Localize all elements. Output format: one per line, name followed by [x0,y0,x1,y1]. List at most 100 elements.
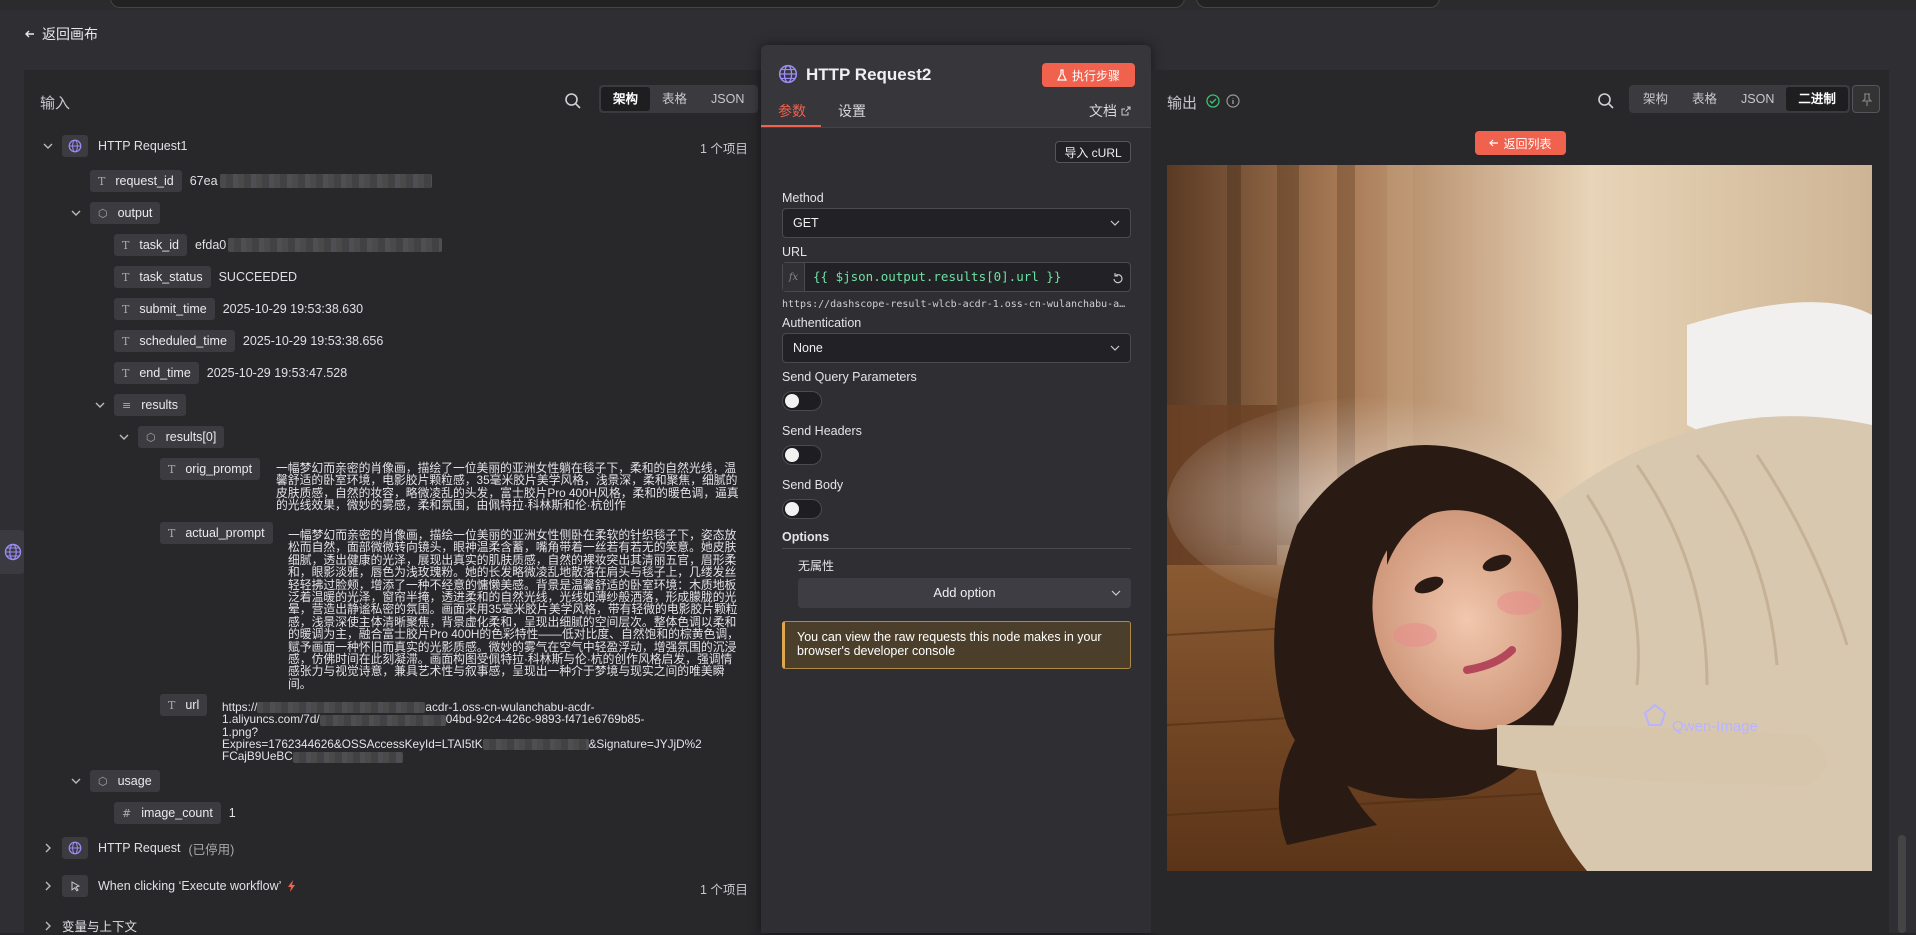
node-name: 变量与上下文 [62,920,138,934]
reset-icon[interactable] [1112,272,1124,284]
output-view-switch: 架构 表格 JSON 二进制 [1629,85,1850,113]
key-label: end_time [139,366,191,380]
import-curl-button[interactable]: 导入 cURL [1055,141,1131,163]
chevron-down-icon[interactable] [42,140,54,152]
actual-prompt-value: 一幅梦幻而亲密的肖像画，描绘一位美丽的亚洲女性侧卧在柔软的针织毯子下，姿态放松而… [288,528,739,691]
field-results-0[interactable]: ⬡ results[0] [118,426,232,448]
fx-icon: fx [783,263,805,291]
method-value: GET [793,216,819,230]
tree-node-http-request1[interactable]: HTTP Request1 [42,135,187,157]
field-key: ⬡ usage [90,770,160,792]
key-label: url [185,698,200,712]
field-url-key: Turl [160,694,215,716]
node-title[interactable]: HTTP Request2 [806,65,931,85]
info-icon[interactable] [1226,94,1240,108]
docs-label: 文档 [1089,103,1117,119]
orig-prompt-value: 一幅梦幻而亲密的肖像画，描绘了一位美丽的亚洲女性躺在毯子下，柔和的自然光线，温馨… [276,461,739,513]
field-output[interactable]: ⬡ output [70,202,168,224]
browser-search-bar[interactable] [1196,0,1440,8]
chevron-down-icon[interactable] [70,775,82,787]
list-type-icon: ≡ [122,398,132,412]
back-label: 返回画布 [42,26,98,42]
field-key: Tactual_prompt [160,522,273,544]
chevron-right-icon[interactable] [42,920,54,932]
send-body-toggle[interactable] [782,499,822,519]
scrollbar[interactable] [1898,835,1906,933]
field-key: Tend_time [114,362,199,384]
input-panel-title: 输入 [40,95,71,112]
text-type-icon: T [98,174,106,188]
field-value: SUCCEEDED [218,270,298,284]
field-key: Trequest_id [90,170,182,192]
tab-json[interactable]: JSON [1729,87,1786,111]
side-node-handle[interactable] [0,530,26,574]
tab-table[interactable]: 表格 [650,87,699,111]
url-expression-input[interactable]: fx {{ $json.output.results[0].url }} [782,262,1131,292]
field-value: efda0 [194,238,227,252]
node-parameters-panel: HTTP Request2 执行步骤 参数 设置 文档 导入 cURL Meth… [761,45,1151,933]
execute-step-button[interactable]: 执行步骤 [1042,63,1135,87]
send-headers-toggle[interactable] [782,445,822,465]
url-line: 04bd-92c4-426c-9893-f471e6769b85- [445,712,645,727]
field-value: 67ea [189,174,218,188]
add-option-button[interactable]: Add option [798,578,1131,608]
field-value: 1 [228,806,236,820]
back-to-canvas-link[interactable]: 返回画布 [24,24,98,44]
field-key: Ttask_id [114,234,187,256]
field-key: Tsubmit_time [114,298,215,320]
tree-node-variables[interactable]: 变量与上下文 [42,916,137,935]
back-to-list-button[interactable]: 返回列表 [1475,131,1566,155]
send-body-label: Send Body [782,478,844,492]
docs-link[interactable]: 文档 [1089,101,1131,121]
tab-settings[interactable]: 设置 [838,101,866,121]
chevron-down-icon[interactable] [94,399,106,411]
auth-select[interactable]: None [782,333,1131,363]
chevron-right-icon[interactable] [42,842,54,854]
item-count: 1 个项目 [700,883,748,897]
address-bar[interactable] [110,0,1185,8]
text-type-icon: T [122,334,130,348]
field-key: Torig_prompt [160,458,261,480]
field-submit-time: Tsubmit_time 2025-10-29 19:53:38.630 [114,298,363,320]
tab-schema[interactable]: 架构 [601,87,651,111]
text-type-icon: T [122,270,130,284]
chevron-down-icon [1111,590,1121,596]
redacted-blur [219,174,432,188]
auth-value: None [793,341,823,355]
redacted-blur [319,714,446,726]
console-notice: You can view the raw requests this node … [782,621,1131,669]
key-label: actual_prompt [185,526,265,540]
search-icon[interactable] [1597,92,1615,110]
tab-binary[interactable]: 二进制 [1786,87,1848,111]
key-label: orig_prompt [185,462,253,476]
field-results[interactable]: ≡ results [94,394,194,416]
tab-parameters[interactable]: 参数 [778,101,806,121]
key-label: results[0] [165,430,217,444]
node-name: HTTP Request1 [98,139,188,153]
tab-json[interactable]: JSON [699,87,756,111]
back-to-list-label: 返回列表 [1503,136,1552,151]
chevron-right-icon[interactable] [42,880,54,892]
flask-icon [1057,69,1067,81]
key-label: usage [117,774,152,788]
search-icon[interactable] [564,92,582,110]
pin-data-button[interactable] [1852,85,1880,113]
text-type-icon: T [122,238,130,252]
tree-node-manual-trigger[interactable]: When clicking ‘Execute workflow’ [42,875,297,897]
tree-node-http-request[interactable]: HTTP Request (已停用) [42,837,234,859]
node-icon-badge [62,135,88,157]
key-label: image_count [141,806,213,820]
text-type-icon: T [168,526,176,540]
field-key: # image_count [114,802,221,824]
tab-table[interactable]: 表格 [1680,87,1729,111]
chevron-down-icon[interactable] [118,431,130,443]
lightning-icon [288,880,296,892]
arrow-left-icon [1489,139,1499,147]
chevron-down-icon[interactable] [70,207,82,219]
field-usage[interactable]: ⬡ usage [70,770,168,792]
send-query-toggle[interactable] [782,391,822,411]
chevron-down-icon [1110,345,1120,351]
method-select[interactable]: GET [782,208,1131,238]
tab-schema[interactable]: 架构 [1631,87,1680,111]
globe-icon [778,64,798,84]
